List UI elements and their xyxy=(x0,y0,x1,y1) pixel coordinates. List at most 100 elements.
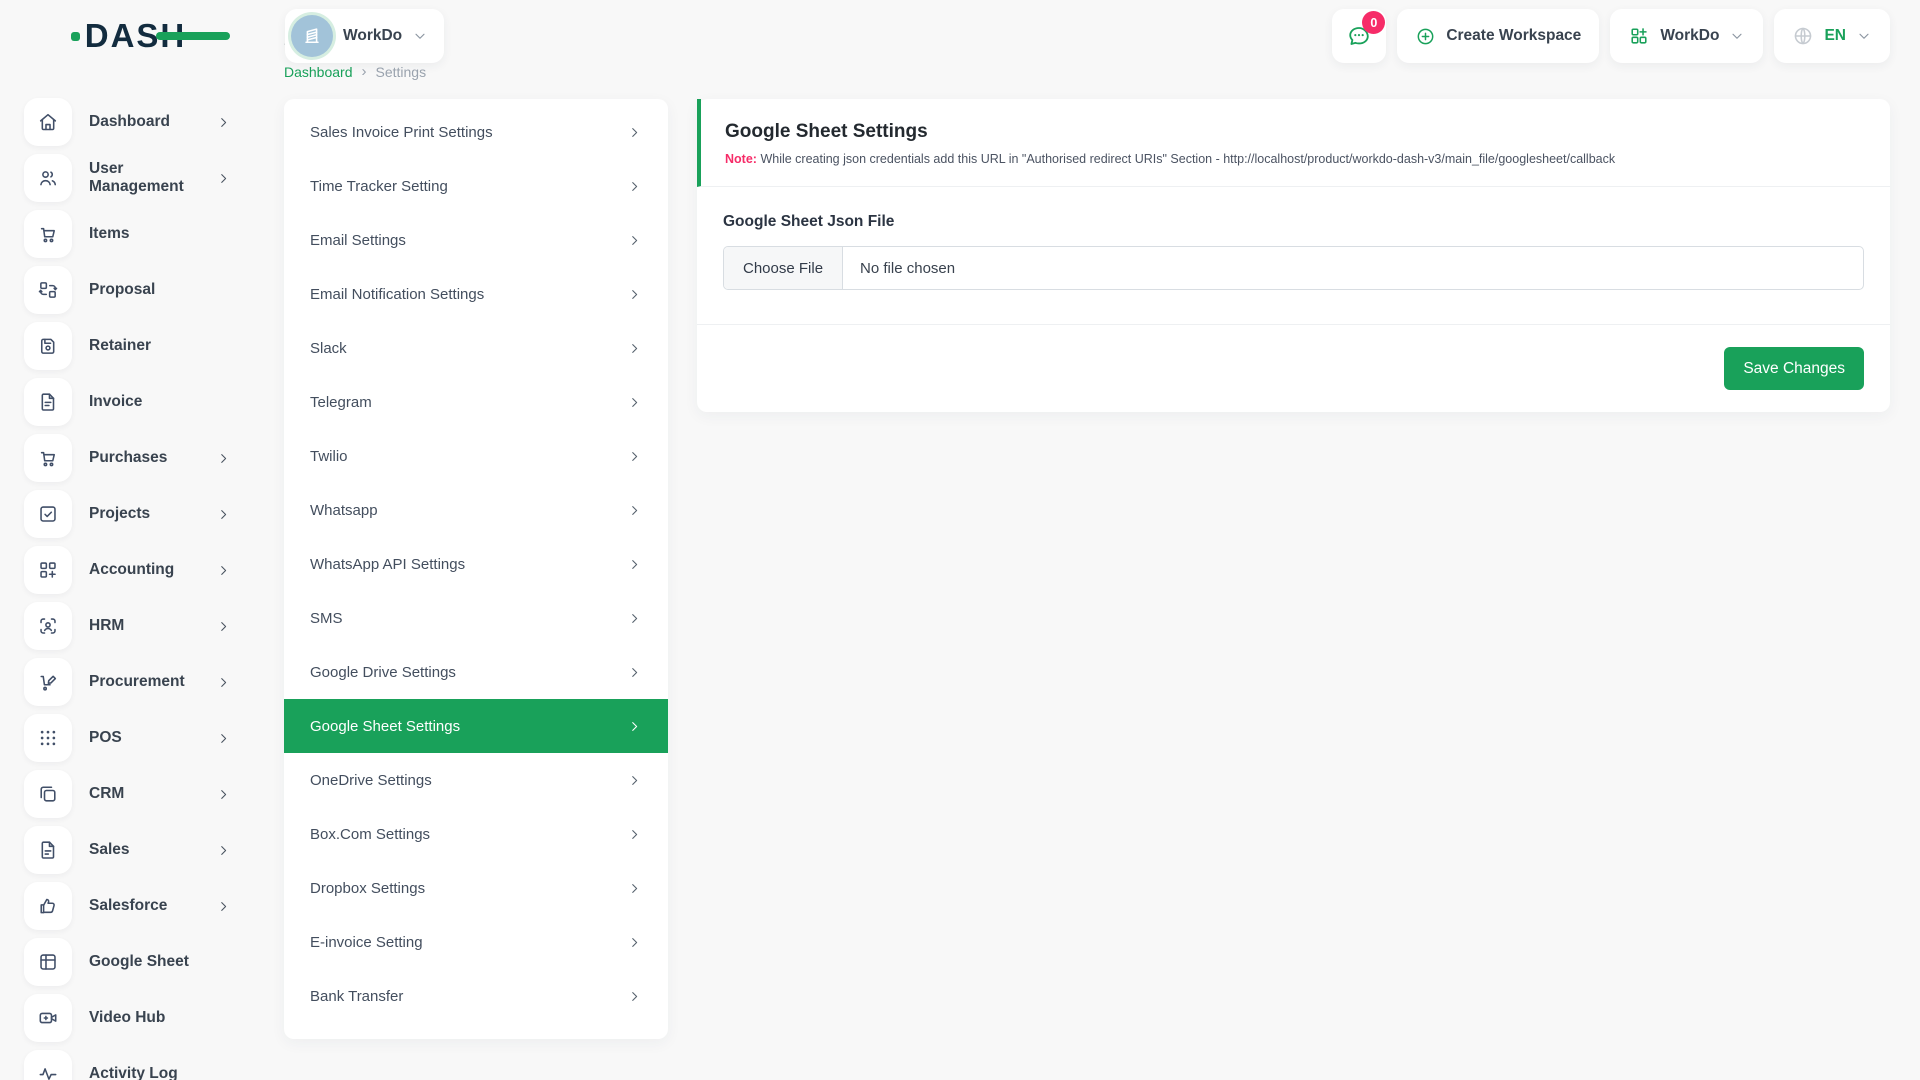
settings-menu-item-bank-transfer[interactable]: Bank Transfer xyxy=(284,969,668,1023)
company-menu-button[interactable]: WorkDo xyxy=(1610,9,1763,63)
sidebar-item-retainer[interactable]: Retainer xyxy=(0,318,257,374)
cart-icon xyxy=(24,434,72,482)
sidebar-item-procurement[interactable]: Procurement xyxy=(0,654,257,710)
top-header: DASH WorkDo 0 Create Workspace WorkDo EN xyxy=(0,0,1920,72)
logo-accent-bar xyxy=(156,32,230,40)
settings-menu-item-google-sheet-settings[interactable]: Google Sheet Settings xyxy=(284,699,668,753)
save-changes-button[interactable]: Save Changes xyxy=(1724,347,1864,390)
settings-menu-item-email-notification-settings[interactable]: Email Notification Settings xyxy=(284,267,668,321)
choose-file-button[interactable]: Choose File xyxy=(724,247,843,289)
thumb-up-icon xyxy=(24,882,72,930)
sidebar-item-accounting[interactable]: Accounting xyxy=(0,542,257,598)
sidebar-item-crm[interactable]: CRM xyxy=(0,766,257,822)
floppy-icon xyxy=(24,322,72,370)
sidebar-item-google-sheet[interactable]: Google Sheet xyxy=(0,934,257,990)
sidebar-item-proposal[interactable]: Proposal xyxy=(0,262,257,318)
chevron-down-icon xyxy=(412,28,428,44)
sidebar-item-label: Sales xyxy=(89,841,199,859)
sidebar-item-projects[interactable]: Projects xyxy=(0,486,257,542)
chevron-right-icon xyxy=(627,719,642,734)
content-row: Sales Invoice Print Settings Time Tracker… xyxy=(284,99,1890,1039)
chevron-right-icon xyxy=(627,881,642,896)
sidebar-item-dashboard[interactable]: Dashboard xyxy=(0,94,257,150)
video-icon xyxy=(24,994,72,1042)
json-file-input[interactable]: Choose File No file chosen xyxy=(723,246,1864,290)
messages-button[interactable]: 0 xyxy=(1332,9,1386,63)
chevron-right-icon xyxy=(627,773,642,788)
chevron-right-icon xyxy=(216,507,231,522)
sidebar-item-pos[interactable]: POS xyxy=(0,710,257,766)
settings-menu-item-label: Twilio xyxy=(310,448,348,465)
workspace-name: WorkDo xyxy=(343,27,402,45)
settings-menu-item-whatsapp[interactable]: Whatsapp xyxy=(284,483,668,537)
file-invoice-icon xyxy=(24,378,72,426)
copy-icon xyxy=(24,770,72,818)
settings-menu-item-sales-invoice-print-settings[interactable]: Sales Invoice Print Settings xyxy=(284,105,668,159)
table-icon xyxy=(24,938,72,986)
create-workspace-button[interactable]: Create Workspace xyxy=(1397,9,1599,63)
sidebar-item-label: Procurement xyxy=(89,673,199,691)
sidebar-item-label: Purchases xyxy=(89,449,199,467)
check-square-icon xyxy=(24,490,72,538)
sidebar-item-label: Accounting xyxy=(89,561,199,579)
users-icon xyxy=(24,154,72,202)
sidebar-item-video-hub[interactable]: Video Hub xyxy=(0,990,257,1046)
settings-menu-item-label: Whatsapp xyxy=(310,502,378,519)
sidebar-item-salesforce[interactable]: Salesforce xyxy=(0,878,257,934)
logo-dot xyxy=(71,32,80,41)
app-logo[interactable]: DASH xyxy=(71,17,187,55)
workspace-switcher[interactable]: WorkDo xyxy=(285,9,444,63)
settings-menu-item-label: Box.Com Settings xyxy=(310,826,430,843)
sidebar-item-activity-log[interactable]: Activity Log xyxy=(0,1046,257,1080)
settings-menu-item-email-settings[interactable]: Email Settings xyxy=(284,213,668,267)
settings-menu-item-whatsapp-api-settings[interactable]: WhatsApp API Settings xyxy=(284,537,668,591)
chevron-right-icon xyxy=(216,675,231,690)
chevron-down-icon xyxy=(1856,28,1872,44)
chevron-right-icon xyxy=(627,503,642,518)
building-icon xyxy=(291,15,333,57)
sidebar-item-label: Items xyxy=(89,225,231,243)
header-actions: 0 Create Workspace WorkDo EN xyxy=(1332,9,1890,63)
cart-edit-icon xyxy=(24,658,72,706)
sidebar-item-user-management[interactable]: User Management xyxy=(0,150,257,206)
sidebar-item-invoice[interactable]: Invoice xyxy=(0,374,257,430)
chevron-right-icon xyxy=(627,989,642,1004)
settings-menu-item-box-com-settings[interactable]: Box.Com Settings xyxy=(284,807,668,861)
google-sheet-settings-panel: Google Sheet Settings Note: While creati… xyxy=(697,99,1890,412)
grid-add-icon xyxy=(1628,25,1650,47)
settings-menu-item-sms[interactable]: SMS xyxy=(284,591,668,645)
sidebar-item-purchases[interactable]: Purchases xyxy=(0,430,257,486)
activity-icon xyxy=(24,1050,72,1080)
settings-menu-item-dropbox-settings[interactable]: Dropbox Settings xyxy=(284,861,668,915)
company-menu-label: WorkDo xyxy=(1660,27,1719,45)
user-scan-icon xyxy=(24,602,72,650)
chevron-right-icon xyxy=(627,233,642,248)
chevron-right-icon xyxy=(216,171,231,186)
sidebar-item-hrm[interactable]: HRM xyxy=(0,598,257,654)
messages-badge: 0 xyxy=(1362,11,1385,34)
settings-menu-item-telegram[interactable]: Telegram xyxy=(284,375,668,429)
sidebar-item-label: CRM xyxy=(89,785,199,803)
chevron-right-icon xyxy=(627,935,642,950)
sidebar-nav: DashboardUser Management Items Proposal Ret… xyxy=(0,72,257,1080)
chevron-right-icon xyxy=(216,843,231,858)
chevron-right-icon xyxy=(216,899,231,914)
settings-menu-item-label: Slack xyxy=(310,340,347,357)
settings-menu-item-onedrive-settings[interactable]: OneDrive Settings xyxy=(284,753,668,807)
settings-menu-item-twilio[interactable]: Twilio xyxy=(284,429,668,483)
language-selector[interactable]: EN xyxy=(1774,9,1890,63)
sidebar-item-label: Retainer xyxy=(89,337,231,355)
sidebar-item-items[interactable]: Items xyxy=(0,206,257,262)
settings-menu-item-time-tracker-setting[interactable]: Time Tracker Setting xyxy=(284,159,668,213)
settings-menu-item-label: Time Tracker Setting xyxy=(310,178,448,195)
chevron-right-icon xyxy=(627,395,642,410)
sidebar-item-label: POS xyxy=(89,729,199,747)
settings-menu-item-slack[interactable]: Slack xyxy=(284,321,668,375)
chevron-right-icon xyxy=(627,341,642,356)
chevron-right-icon xyxy=(627,665,642,680)
chevron-right-icon xyxy=(216,787,231,802)
panel-header: Google Sheet Settings Note: While creati… xyxy=(697,99,1890,187)
settings-menu-item-google-drive-settings[interactable]: Google Drive Settings xyxy=(284,645,668,699)
sidebar-item-sales[interactable]: Sales xyxy=(0,822,257,878)
settings-menu-item-e-invoice-setting[interactable]: E-invoice Setting xyxy=(284,915,668,969)
